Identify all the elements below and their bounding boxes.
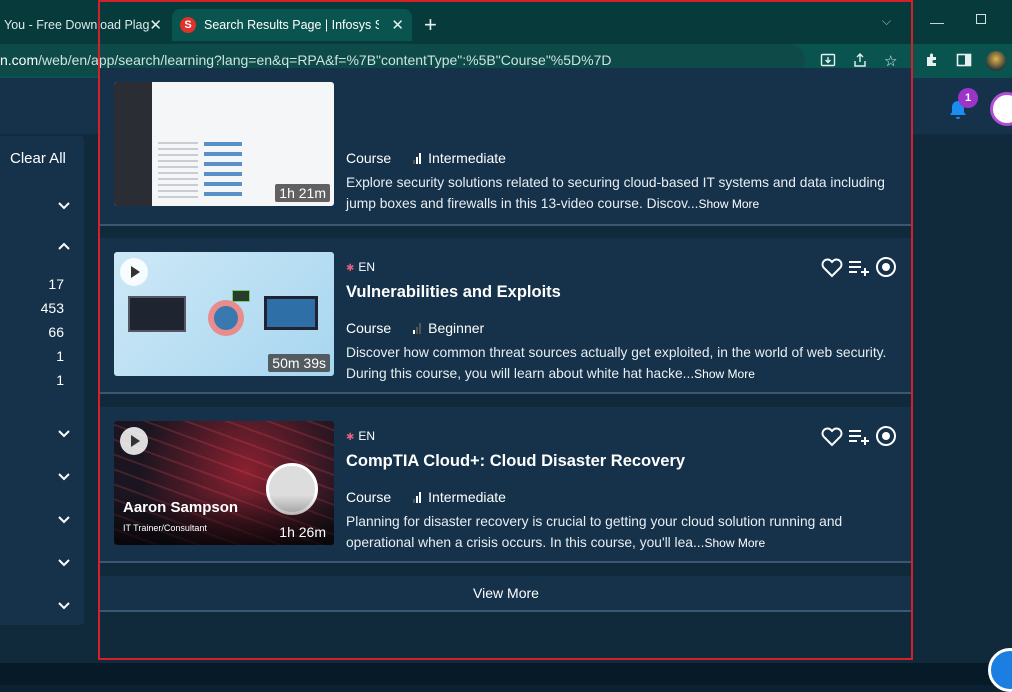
filter-panel: Clear All 17 453 66 1 1 <box>0 136 84 625</box>
level-label: Beginner <box>428 320 485 336</box>
page: EN ▼ 1 Clear All 17 453 66 1 1 <box>0 68 1012 685</box>
notification-count-badge: 1 <box>958 88 978 108</box>
chevron-down-icon[interactable] <box>58 469 70 484</box>
show-more-link[interactable]: Show More <box>699 197 760 211</box>
flag-icon: ✱ <box>346 263 355 274</box>
course-card[interactable]: 50m 39s ✱ EN Vulnerabilities and Exploits… <box>100 238 912 394</box>
filter-count: 453 <box>40 300 64 316</box>
chevron-down-icon[interactable] <box>58 598 70 613</box>
close-icon[interactable]: ✕ <box>149 16 162 34</box>
chevron-down-icon[interactable] <box>58 198 70 213</box>
description-text: Explore security solutions related to se… <box>346 175 885 211</box>
tab-title: You - Free Download Plag <box>4 18 150 32</box>
filter-count: 1 <box>56 348 64 364</box>
target-icon[interactable] <box>874 256 898 278</box>
minimize-icon[interactable]: — <box>930 14 944 30</box>
url-host: n.com <box>0 52 39 68</box>
description-text: Discover how common threat sources actua… <box>346 345 887 381</box>
language-tag: ✱ EN <box>346 260 375 274</box>
instructor-role: IT Trainer/Consultant <box>123 523 207 533</box>
filter-count: 1 <box>56 372 64 388</box>
close-icon[interactable]: ✕ <box>391 16 404 34</box>
target-icon[interactable] <box>874 425 898 447</box>
course-meta: Course Intermediate <box>346 489 506 505</box>
course-title[interactable]: CompTIA Cloud+: Cloud Disaster Recovery <box>346 452 685 471</box>
restore-icon[interactable] <box>976 14 986 24</box>
chevron-down-icon[interactable]: ⌵ <box>882 14 891 29</box>
instructor-name: Aaron Sampson <box>123 499 239 516</box>
show-more-link[interactable]: Show More <box>704 536 765 550</box>
bottom-strip <box>0 663 1012 685</box>
course-description: Explore security solutions related to se… <box>346 172 901 215</box>
results-list: 1h 21m Course Intermediate Explore secur… <box>100 68 912 612</box>
course-card[interactable]: Aaron Sampson IT Trainer/Consultant 1h 2… <box>100 407 912 563</box>
level-bars-icon <box>413 152 422 164</box>
favicon-icon: S <box>180 17 196 33</box>
flag-icon: ✱ <box>346 432 355 443</box>
course-thumbnail[interactable]: Aaron Sampson IT Trainer/Consultant 1h 2… <box>114 421 334 545</box>
card-actions <box>820 425 898 447</box>
filter-count: 17 <box>48 276 64 292</box>
course-meta: Course Intermediate <box>346 150 506 166</box>
language-label: EN <box>358 429 376 443</box>
course-thumbnail[interactable]: 1h 21m <box>114 82 334 206</box>
level-bars-icon <box>413 491 422 503</box>
level: Beginner <box>413 320 484 336</box>
level-label: Intermediate <box>428 150 506 166</box>
url-path: /web/en/app/search/learning?lang=en&q=RP… <box>38 52 612 68</box>
course-title[interactable]: Vulnerabilities and Exploits <box>346 283 561 302</box>
card-actions <box>820 256 898 278</box>
course-thumbnail[interactable]: 50m 39s <box>114 252 334 376</box>
duration-badge: 1h 26m <box>279 524 326 540</box>
content-type: Course <box>346 320 392 336</box>
add-to-playlist-icon[interactable] <box>847 425 871 447</box>
course-description: Planning for disaster recovery is crucia… <box>346 511 901 554</box>
language-label: EN <box>358 260 376 274</box>
show-more-link[interactable]: Show More <box>694 367 755 381</box>
content-type: Course <box>346 150 392 166</box>
level-bars-icon <box>413 322 422 334</box>
filter-count: 66 <box>48 324 64 340</box>
browser-tab-bar: You - Free Download Plag ✕ S Search Resu… <box>0 0 1012 48</box>
level: Intermediate <box>413 489 506 505</box>
heart-icon[interactable] <box>820 425 844 447</box>
extensions-icon[interactable] <box>924 52 940 72</box>
duration-badge: 1h 21m <box>275 184 330 202</box>
course-description: Discover how common threat sources actua… <box>346 342 901 385</box>
language-tag: ✱ EN <box>346 429 375 443</box>
play-icon[interactable] <box>120 258 148 286</box>
chevron-down-icon[interactable] <box>58 512 70 527</box>
description-text: Planning for disaster recovery is crucia… <box>346 514 843 550</box>
browser-tab-inactive[interactable]: You - Free Download Plag ✕ <box>0 9 170 41</box>
view-more-button[interactable]: View More <box>100 576 912 612</box>
heart-icon[interactable] <box>820 256 844 278</box>
chevron-down-icon[interactable] <box>58 426 70 441</box>
sidepanel-icon[interactable] <box>956 52 972 72</box>
chevron-down-icon[interactable] <box>58 555 70 570</box>
add-to-playlist-icon[interactable] <box>847 256 871 278</box>
user-avatar[interactable] <box>990 92 1012 126</box>
tab-title: Search Results Page | Infosys Spr <box>204 18 379 32</box>
course-meta: Course Beginner <box>346 320 484 336</box>
play-icon[interactable] <box>120 427 148 455</box>
duration-badge: 50m 39s <box>268 354 330 372</box>
level-label: Intermediate <box>428 489 506 505</box>
content-type: Course <box>346 489 392 505</box>
clear-all-link[interactable]: Clear All <box>10 150 66 167</box>
profile-avatar[interactable] <box>986 51 1006 71</box>
chevron-up-icon[interactable] <box>58 238 70 253</box>
course-card[interactable]: 1h 21m Course Intermediate Explore secur… <box>100 68 912 226</box>
new-tab-icon[interactable]: + <box>424 12 437 38</box>
level: Intermediate <box>413 150 506 166</box>
browser-tab-active[interactable]: S Search Results Page | Infosys Spr ✕ <box>172 9 412 41</box>
